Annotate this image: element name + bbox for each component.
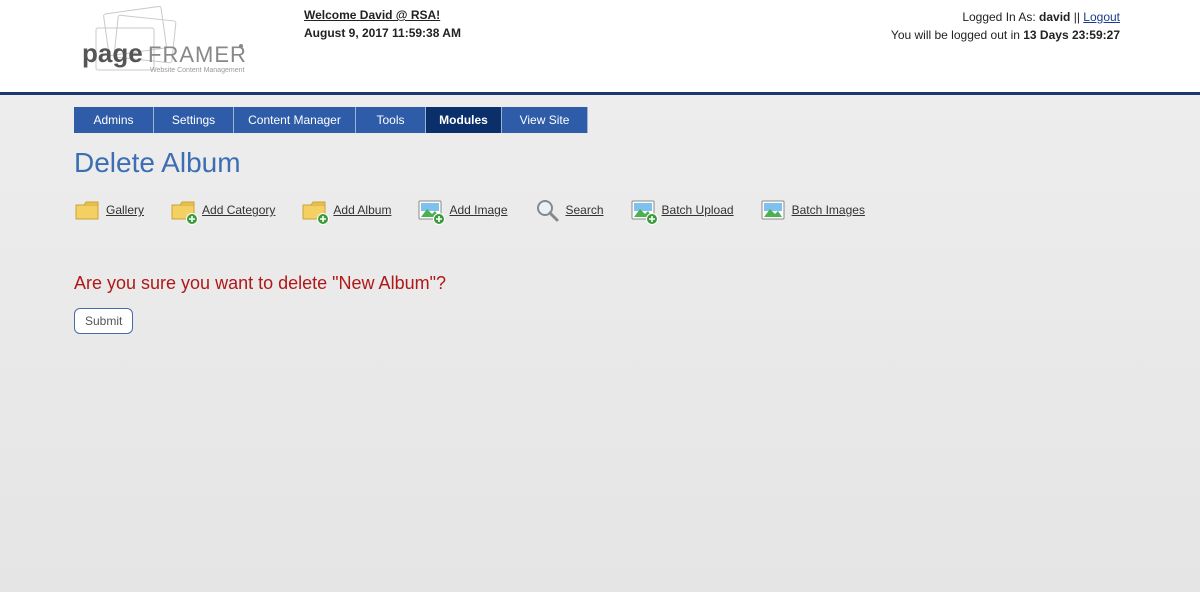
folder-icon — [74, 197, 100, 223]
folder-plus-icon — [301, 197, 327, 223]
tool-batch-images[interactable]: Batch Images — [760, 197, 865, 223]
tool-add-album[interactable]: Add Album — [301, 197, 391, 223]
tool-add-category-label[interactable]: Add Category — [202, 203, 275, 217]
page-title: Delete Album — [74, 147, 1170, 179]
nav-item-settings[interactable]: Settings — [154, 107, 234, 133]
search-icon — [534, 197, 560, 223]
toolbar: Gallery Add Category Add Album — [74, 197, 1170, 223]
nav-item-admins[interactable]: Admins — [74, 107, 154, 133]
header: page FRAMER Website Content Management W… — [0, 0, 1200, 95]
header-datetime: August 9, 2017 11:59:38 AM — [304, 26, 461, 40]
tool-batch-upload-label[interactable]: Batch Upload — [662, 203, 734, 217]
timeout-value: 13 Days 23:59:27 — [1023, 28, 1120, 42]
nav-item-content-manager[interactable]: Content Manager — [234, 107, 356, 133]
tool-batch-upload[interactable]: Batch Upload — [630, 197, 734, 223]
separator: || — [1070, 10, 1083, 24]
folder-plus-icon — [170, 197, 196, 223]
svg-text:Website Content Management: Website Content Management — [150, 67, 244, 74]
logged-in-prefix: Logged In As: — [962, 10, 1039, 24]
tool-add-image-label[interactable]: Add Image — [449, 203, 507, 217]
confirm-text: Are you sure you want to delete "New Alb… — [74, 273, 1170, 294]
tool-gallery-label[interactable]: Gallery — [106, 203, 144, 217]
image-icon — [760, 197, 786, 223]
submit-button[interactable]: Submit — [74, 308, 133, 334]
tool-add-image[interactable]: Add Image — [417, 197, 507, 223]
nav-item-view-site[interactable]: View Site — [502, 107, 588, 133]
welcome-block: Welcome David @ RSA! August 9, 2017 11:5… — [304, 8, 461, 40]
timeout-prefix: You will be logged out in — [891, 28, 1023, 42]
logout-link[interactable]: Logout — [1083, 10, 1120, 24]
username: david — [1039, 10, 1070, 24]
main-nav: AdminsSettingsContent ManagerToolsModule… — [0, 107, 1200, 133]
tool-search[interactable]: Search — [534, 197, 604, 223]
image-plus-icon — [417, 197, 443, 223]
logo: page FRAMER Website Content Management — [78, 6, 248, 84]
welcome-text: Welcome David @ RSA! — [304, 8, 461, 22]
nav-item-tools[interactable]: Tools — [356, 107, 426, 133]
nav-item-modules[interactable]: Modules — [426, 107, 502, 133]
svg-text:page: page — [82, 38, 143, 68]
tool-search-label[interactable]: Search — [566, 203, 604, 217]
login-info: Logged In As: david || Logout You will b… — [891, 8, 1120, 44]
tool-add-album-label[interactable]: Add Album — [333, 203, 391, 217]
image-plus-icon — [630, 197, 656, 223]
content: Delete Album Gallery Add Category — [0, 133, 1200, 334]
tool-batch-images-label[interactable]: Batch Images — [792, 203, 865, 217]
svg-text:FRAMER: FRAMER — [148, 42, 247, 67]
tool-gallery[interactable]: Gallery — [74, 197, 144, 223]
tool-add-category[interactable]: Add Category — [170, 197, 275, 223]
